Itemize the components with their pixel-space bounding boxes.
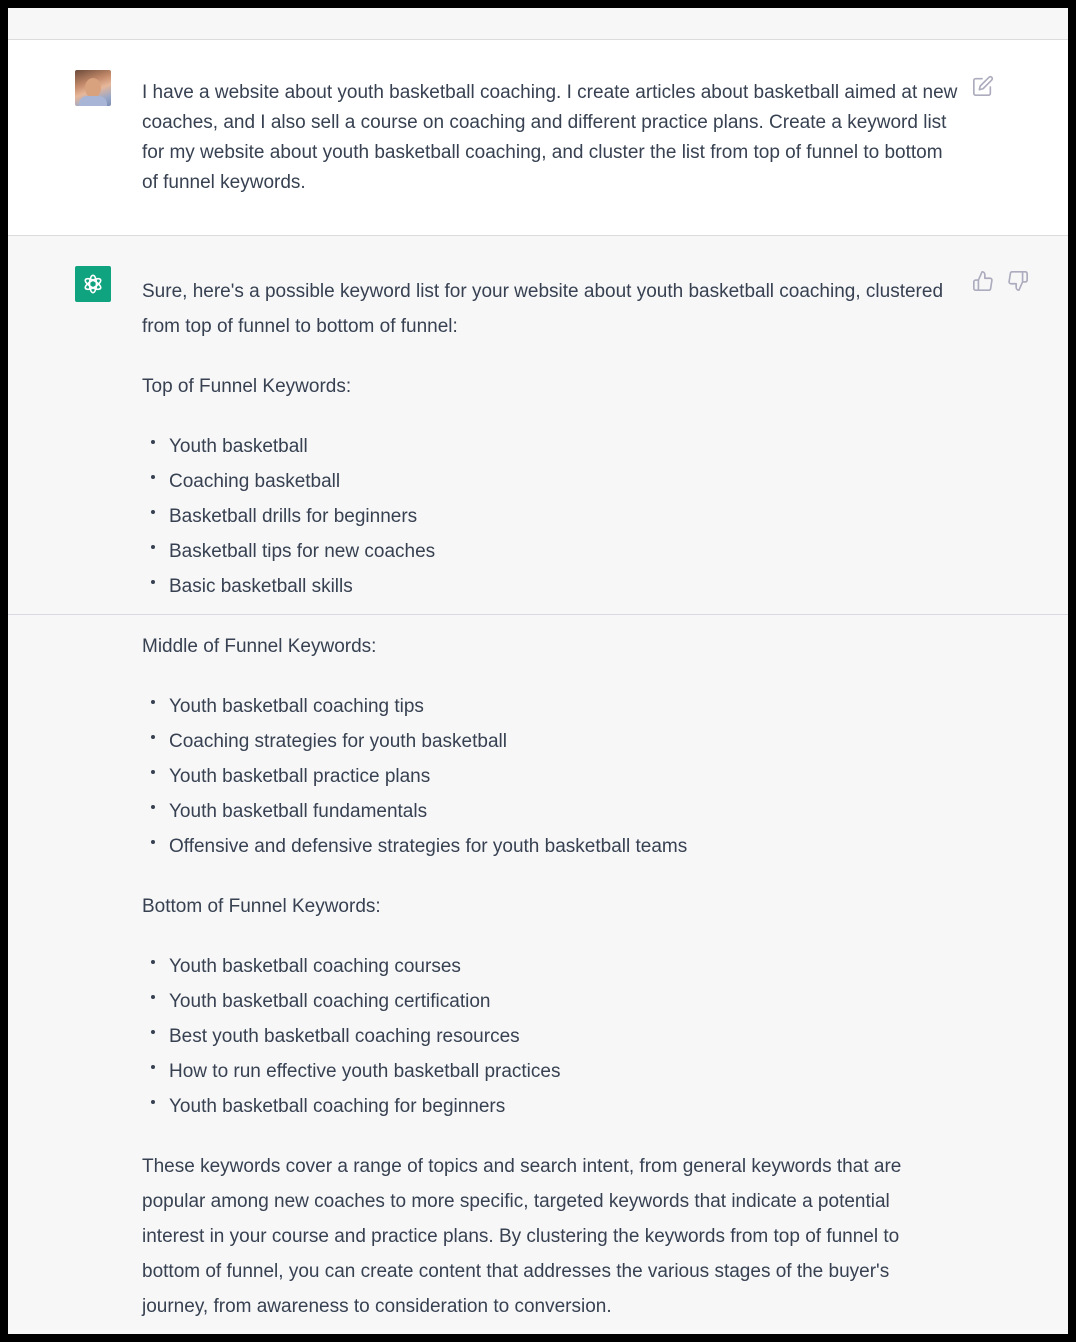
section-heading-middle: Middle of Funnel Keywords: [142, 636, 377, 657]
keyword-item: Youth basketball coaching for beginners [142, 1089, 952, 1124]
user-message-row: I have a website about youth basketball … [8, 40, 1068, 236]
keyword-item: Youth basketball coaching tips [142, 689, 952, 724]
section-heading-bottom: Bottom of Funnel Keywords: [142, 896, 381, 917]
keyword-item: Youth basketball coaching courses [142, 949, 952, 984]
keyword-item: Basketball drills for beginners [142, 499, 952, 534]
thumbs-up-icon[interactable] [972, 270, 994, 292]
keyword-item: Youth basketball [142, 429, 952, 464]
keyword-list-middle: Youth basketball coaching tips Coaching … [142, 689, 952, 864]
keyword-item: Offensive and defensive strategies for y… [142, 829, 952, 864]
avatar-face [85, 78, 101, 98]
user-message-text: I have a website about youth basketball … [142, 82, 958, 193]
keyword-list-bottom: Youth basketball coaching courses Youth … [142, 949, 952, 1124]
keyword-item: Coaching strategies for youth basketball [142, 724, 952, 759]
keyword-item: Coaching basketball [142, 464, 952, 499]
top-bar [8, 8, 1068, 40]
keyword-item: Basic basketball skills [142, 569, 952, 604]
keyword-item: Youth basketball coaching certification [142, 984, 952, 1019]
user-avatar [75, 70, 111, 106]
keyword-list-top: Youth basketball Coaching basketball Bas… [142, 429, 952, 604]
avatar-shirt [79, 96, 107, 106]
edit-icon[interactable] [972, 75, 994, 97]
keyword-item: Youth basketball fundamentals [142, 794, 952, 829]
keyword-item: How to run effective youth basketball pr… [142, 1054, 952, 1089]
assistant-message-content: Sure, here's a possible keyword list for… [142, 274, 952, 1324]
assistant-message-row: Sure, here's a possible keyword list for… [8, 236, 1068, 1334]
thumbs-down-icon[interactable] [1007, 270, 1029, 292]
assistant-intro: Sure, here's a possible keyword list for… [142, 281, 944, 337]
keyword-item: Best youth basketball coaching resources [142, 1019, 952, 1054]
keyword-item: Youth basketball practice plans [142, 759, 952, 794]
assistant-conclusion: These keywords cover a range of topics a… [142, 1156, 902, 1317]
keyword-item: Basketball tips for new coaches [142, 534, 952, 569]
assistant-avatar [75, 266, 111, 302]
chat-window: I have a website about youth basketball … [8, 8, 1068, 1334]
openai-logo-icon [84, 274, 102, 294]
section-heading-top: Top of Funnel Keywords: [142, 376, 352, 397]
